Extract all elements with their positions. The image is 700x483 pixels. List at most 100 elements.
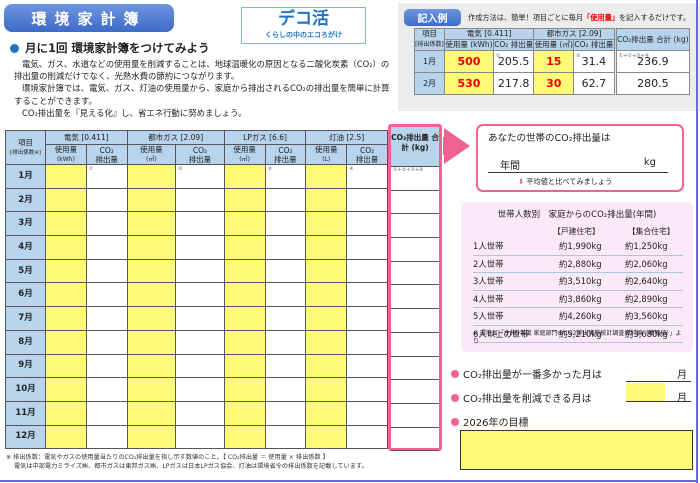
electric-co2-cell[interactable] xyxy=(85,258,128,284)
electric-co2-cell[interactable] xyxy=(85,306,128,331)
kerosene-use-input[interactable] xyxy=(305,164,348,189)
gas-use-input[interactable] xyxy=(126,377,177,402)
electric-use-input[interactable] xyxy=(45,164,87,189)
gas-use-input[interactable] xyxy=(126,329,177,355)
lp-co2-cell[interactable] xyxy=(264,400,307,426)
lp-use-input[interactable] xyxy=(223,377,266,402)
total-cell[interactable] xyxy=(391,428,439,452)
gas-co2-cell[interactable] xyxy=(175,235,225,260)
lp-use-input[interactable] xyxy=(223,235,266,260)
lp-use-input[interactable] xyxy=(223,353,266,379)
gas-co2-cell[interactable] xyxy=(175,258,225,284)
lp-use-input[interactable] xyxy=(223,164,266,189)
electric-co2-cell[interactable] xyxy=(85,211,128,237)
lp-co2-cell[interactable] xyxy=(264,258,307,284)
total-cell[interactable] xyxy=(391,191,439,215)
gas-co2-cell[interactable] xyxy=(175,329,225,355)
kerosene-co2-cell[interactable] xyxy=(346,400,388,426)
gas-use-input[interactable] xyxy=(126,211,177,237)
kerosene-co2-cell[interactable]: ④ xyxy=(346,164,388,189)
lp-co2-cell[interactable] xyxy=(264,187,307,213)
electric-co2-cell[interactable] xyxy=(85,235,128,260)
electric-co2-cell[interactable] xyxy=(85,424,128,450)
electric-co2-cell[interactable] xyxy=(85,329,128,355)
lp-co2-cell[interactable] xyxy=(264,282,307,308)
kerosene-use-input[interactable] xyxy=(305,187,348,213)
gas-co2-cell[interactable] xyxy=(175,353,225,379)
kerosene-co2-cell[interactable] xyxy=(346,258,388,284)
gas-use-input[interactable] xyxy=(126,424,177,450)
lp-co2-cell[interactable]: ③ xyxy=(264,164,307,189)
electric-use-input[interactable] xyxy=(45,424,87,450)
gas-co2-cell[interactable] xyxy=(175,400,225,426)
annual-co2-input[interactable]: 年間 kg xyxy=(488,157,668,173)
gas-use-input[interactable] xyxy=(126,282,177,308)
electric-co2-cell[interactable] xyxy=(85,187,128,213)
kerosene-use-input[interactable] xyxy=(305,282,348,308)
kerosene-co2-cell[interactable] xyxy=(346,306,388,331)
kerosene-co2-cell[interactable] xyxy=(346,377,388,402)
kerosene-co2-cell[interactable] xyxy=(346,235,388,260)
lp-use-input[interactable] xyxy=(223,211,266,237)
total-cell[interactable] xyxy=(391,357,439,381)
electric-use-input[interactable] xyxy=(45,187,87,213)
most-month-input[interactable]: 月 xyxy=(626,366,691,382)
gas-co2-cell[interactable] xyxy=(175,211,225,237)
kerosene-use-input[interactable] xyxy=(305,258,348,284)
gas-co2-cell[interactable] xyxy=(175,187,225,213)
kerosene-co2-cell[interactable] xyxy=(346,424,388,450)
goal-input[interactable] xyxy=(460,430,693,470)
gas-co2-cell[interactable]: ② xyxy=(175,164,225,189)
lp-use-input[interactable] xyxy=(223,282,266,308)
electric-co2-cell[interactable]: ① xyxy=(85,164,128,189)
kerosene-co2-cell[interactable] xyxy=(346,187,388,213)
total-cell[interactable] xyxy=(391,214,439,239)
lp-co2-cell[interactable] xyxy=(264,353,307,379)
kerosene-use-input[interactable] xyxy=(305,424,348,450)
kerosene-use-input[interactable] xyxy=(305,329,348,355)
electric-co2-cell[interactable] xyxy=(85,282,128,308)
total-cell[interactable] xyxy=(391,404,439,428)
lp-use-input[interactable] xyxy=(223,258,266,284)
electric-use-input[interactable] xyxy=(45,235,87,260)
electric-use-input[interactable] xyxy=(45,258,87,284)
kerosene-use-input[interactable] xyxy=(305,377,348,402)
total-cell[interactable] xyxy=(391,380,439,404)
electric-co2-cell[interactable] xyxy=(85,400,128,426)
kerosene-co2-cell[interactable] xyxy=(346,211,388,237)
lp-co2-cell[interactable] xyxy=(264,329,307,355)
gas-use-input[interactable] xyxy=(126,235,177,260)
lp-co2-cell[interactable] xyxy=(264,235,307,260)
kerosene-use-input[interactable] xyxy=(305,400,348,426)
lp-use-input[interactable] xyxy=(223,306,266,331)
electric-co2-cell[interactable] xyxy=(85,353,128,379)
electric-co2-cell[interactable] xyxy=(85,377,128,402)
lp-use-input[interactable] xyxy=(223,329,266,355)
gas-co2-cell[interactable] xyxy=(175,282,225,308)
gas-co2-cell[interactable] xyxy=(175,424,225,450)
electric-use-input[interactable] xyxy=(45,329,87,355)
lp-use-input[interactable] xyxy=(223,187,266,213)
kerosene-use-input[interactable] xyxy=(305,211,348,237)
gas-co2-cell[interactable] xyxy=(175,306,225,331)
total-cell[interactable]: ①+②+③+④ xyxy=(391,167,439,191)
lp-use-input[interactable] xyxy=(223,400,266,426)
electric-use-input[interactable] xyxy=(45,306,87,331)
kerosene-use-input[interactable] xyxy=(305,306,348,331)
lp-co2-cell[interactable] xyxy=(264,377,307,402)
gas-use-input[interactable] xyxy=(126,258,177,284)
electric-use-input[interactable] xyxy=(45,353,87,379)
lp-co2-cell[interactable] xyxy=(264,306,307,331)
electric-use-input[interactable] xyxy=(45,377,87,402)
lp-co2-cell[interactable] xyxy=(264,211,307,237)
kerosene-co2-cell[interactable] xyxy=(346,282,388,308)
gas-use-input[interactable] xyxy=(126,187,177,213)
kerosene-use-input[interactable] xyxy=(305,235,348,260)
kerosene-co2-cell[interactable] xyxy=(346,353,388,379)
gas-use-input[interactable] xyxy=(126,306,177,331)
total-cell[interactable] xyxy=(391,262,439,286)
electric-use-input[interactable] xyxy=(45,282,87,308)
gas-use-input[interactable] xyxy=(126,400,177,426)
electric-use-input[interactable] xyxy=(45,211,87,237)
total-cell[interactable] xyxy=(391,333,439,357)
